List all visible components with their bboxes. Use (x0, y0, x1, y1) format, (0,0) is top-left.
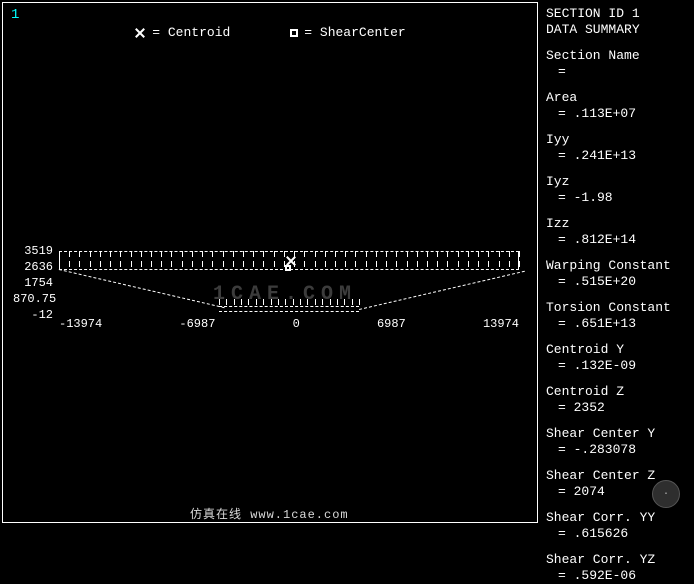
x-tick: -6987 (179, 317, 215, 331)
end-plate-right (518, 251, 519, 269)
summary-label: Shear Corr. YY (546, 510, 690, 526)
summary-item: Iyy= .241E+13 (546, 132, 690, 164)
watermark-badge-icon: · (652, 480, 680, 508)
summary-value: = (546, 64, 690, 80)
summary-value: = .592E-06 (546, 568, 690, 584)
view-id: 1 (11, 7, 19, 23)
centroid-marker-icon (134, 27, 146, 39)
y-tick: 3519 (13, 243, 53, 259)
summary-value: = -1.98 (546, 190, 690, 206)
summary-value: = .812E+14 (546, 232, 690, 248)
summary-item: Iyz= -1.98 (546, 174, 690, 206)
plot-frame: 1 = Centroid = ShearCenter 1CAE.COM 3519… (2, 2, 538, 523)
summary-item: Torsion Constant= .651E+13 (546, 300, 690, 332)
summary-value: = .132E-09 (546, 358, 690, 374)
summary-item: Shear Corr. YY= .615626 (546, 510, 690, 542)
x-tick: -13974 (59, 317, 102, 331)
watermark-text: 仿真在线 www.1cae.com (190, 505, 349, 522)
section-geometry (59, 251, 519, 311)
summary-value: = -.283078 (546, 442, 690, 458)
summary-label: Iyz (546, 174, 690, 190)
summary-label: Centroid Y (546, 342, 690, 358)
end-plate-left (59, 251, 60, 269)
summary-label: Warping Constant (546, 258, 690, 274)
summary-label: Area (546, 90, 690, 106)
legend-centroid-label: = Centroid (152, 25, 230, 40)
x-tick: 0 (293, 317, 300, 331)
bottom-ticks (219, 299, 359, 313)
y-axis-labels: 3519 2636 1754 870.75 -12 (13, 243, 53, 323)
summary-label: Torsion Constant (546, 300, 690, 316)
summary-label: Iyy (546, 132, 690, 148)
legend-shear-label: = ShearCenter (304, 25, 405, 40)
summary-value: = .241E+13 (546, 148, 690, 164)
summary-label: Section Name (546, 48, 690, 64)
shear-center-mark-icon (285, 265, 291, 271)
summary-subtitle: DATA SUMMARY (546, 22, 690, 38)
y-tick: -12 (13, 307, 53, 323)
summary-value: = .615626 (546, 526, 690, 542)
summary-label: Shear Corr. YZ (546, 552, 690, 568)
shear-marker-icon (290, 29, 298, 37)
summary-value: = .113E+07 (546, 106, 690, 122)
summary-item: Shear Corr. YZ= .592E-06 (546, 552, 690, 584)
summary-value: = .515E+20 (546, 274, 690, 290)
summary-title: SECTION ID 1 (546, 6, 690, 22)
summary-item: Warping Constant= .515E+20 (546, 258, 690, 290)
web-right (359, 271, 525, 310)
summary-item: Centroid Z= 2352 (546, 384, 690, 416)
summary-label: Izz (546, 216, 690, 232)
x-tick: 13974 (483, 317, 519, 331)
section-plot (59, 251, 519, 311)
summary-item: Centroid Y= .132E-09 (546, 342, 690, 374)
legend: = Centroid = ShearCenter (3, 25, 537, 40)
y-tick: 1754 (13, 275, 53, 291)
summary-item: Shear Center Y= -.283078 (546, 426, 690, 458)
x-tick: 6987 (377, 317, 406, 331)
y-tick: 870.75 (13, 291, 53, 307)
summary-label: Centroid Z (546, 384, 690, 400)
legend-shear: = ShearCenter (290, 25, 405, 40)
y-tick: 2636 (13, 259, 53, 275)
summary-item: Area= .113E+07 (546, 90, 690, 122)
summary-value: = .651E+13 (546, 316, 690, 332)
summary-label: Shear Center Y (546, 426, 690, 442)
legend-centroid: = Centroid (134, 25, 230, 40)
web-left (59, 269, 225, 308)
summary-item: Section Name= (546, 48, 690, 80)
summary-item: Izz= .812E+14 (546, 216, 690, 248)
x-axis-labels: -13974 -6987 0 6987 13974 (59, 317, 519, 331)
summary-value: = 2352 (546, 400, 690, 416)
center-markers (283, 255, 297, 275)
